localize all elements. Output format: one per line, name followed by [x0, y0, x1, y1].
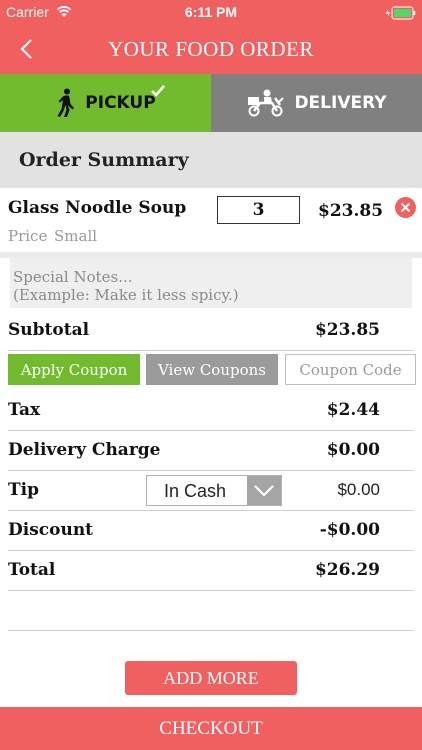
tip-value: $0.00 [337, 480, 380, 499]
delivery-charge-row: Delivery Charge $0.00 [0, 431, 422, 471]
tip-method-value: In Cash [164, 481, 227, 501]
dropdown-arrow [247, 476, 281, 505]
tab-delivery-label: DELIVERY [294, 93, 387, 113]
checkout-button[interactable]: CHECKOUT [0, 707, 422, 750]
clock: 6:11 PM [184, 4, 238, 20]
delivery-scooter-icon [248, 89, 285, 117]
item-size: Small [54, 227, 98, 245]
divider [8, 350, 414, 351]
add-more-button[interactable]: ADD MORE [125, 661, 297, 695]
delivery-charge-value: $0.00 [326, 440, 380, 460]
order-summary-title: Order Summary [19, 149, 189, 171]
tax-row: Tax $2.44 [0, 391, 422, 431]
walking-person-icon [57, 88, 75, 117]
nav-bar: YOUR FOOD ORDER [0, 26, 422, 74]
item-name: Glass Noodle Soup [8, 198, 187, 218]
tip-method-dropdown[interactable]: In Cash [146, 475, 282, 506]
tip-row: Tip In Cash $0.00 [0, 471, 422, 511]
total-value: $26.29 [314, 560, 380, 580]
delivery-charge-label: Delivery Charge [8, 440, 161, 460]
page-title: YOUR FOOD ORDER [108, 37, 314, 61]
total-row: Total $26.29 [0, 551, 422, 591]
apply-coupon-button[interactable]: Apply Coupon [8, 354, 140, 385]
tip-label: Tip [8, 480, 39, 500]
battery-icon [386, 6, 416, 20]
tax-value: $2.44 [326, 400, 380, 420]
subtotal-label: Subtotal [8, 320, 90, 340]
status-bar: Carrier 6:11 PM [0, 0, 422, 26]
discount-row: Discount -$0.00 [0, 511, 422, 551]
quantity-field[interactable]: 3 [217, 196, 300, 224]
coupon-code-input[interactable]: Coupon Code [285, 354, 416, 385]
coupon-row: Apply Coupon View Coupons Coupon Code [0, 352, 422, 392]
tax-label: Tax [8, 400, 41, 420]
discount-label: Discount [8, 520, 94, 540]
remove-item-icon[interactable] [395, 197, 416, 218]
special-notes-field[interactable]: Special Notes... (Example: Make it less … [10, 258, 412, 308]
notes-placeholder-line1: Special Notes... [13, 268, 133, 286]
checkmark-icon [151, 85, 165, 97]
empty-row [0, 591, 422, 631]
divider [8, 630, 414, 631]
discount-value: -$0.00 [319, 520, 380, 540]
notes-placeholder-line2: (Example: Make it less spicy.) [13, 286, 239, 304]
item-total: $23.85 [318, 201, 384, 221]
subtotal-row: Subtotal $23.85 [0, 311, 422, 351]
tab-pickup-label: PICKUP [85, 93, 156, 113]
tab-delivery[interactable]: DELIVERY [211, 74, 422, 132]
order-type-tabs: PICKUP DELIVERY [0, 74, 422, 132]
subtotal-value: $23.85 [314, 320, 380, 340]
tab-pickup[interactable]: PICKUP [0, 74, 211, 132]
view-coupons-button[interactable]: View Coupons [146, 354, 278, 385]
order-summary-header: Order Summary [0, 132, 422, 188]
total-label: Total [8, 560, 56, 580]
chevron-down-icon [254, 485, 274, 497]
item-price-label: Price [8, 227, 48, 245]
